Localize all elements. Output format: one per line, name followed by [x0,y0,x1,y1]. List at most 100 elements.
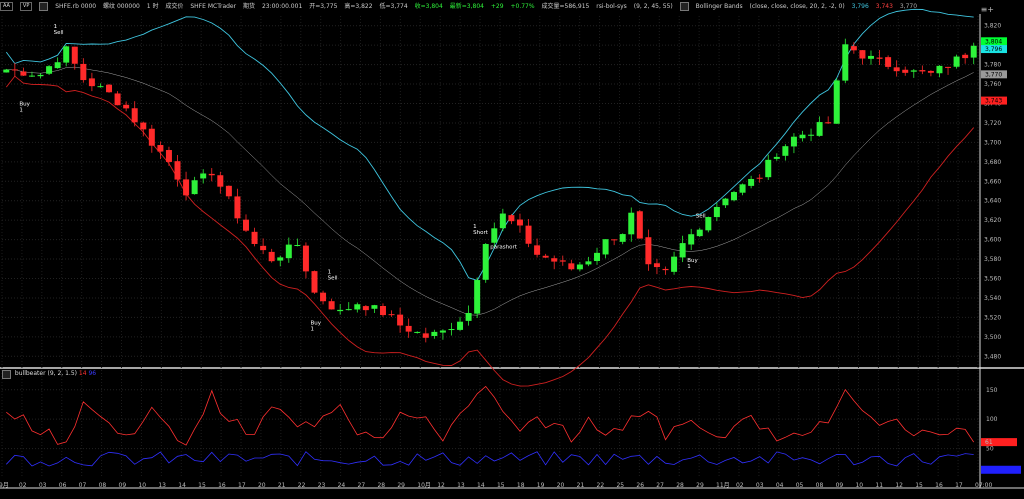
candle-body [816,122,823,136]
price-tick-label: 3,780 [984,62,1001,69]
candle-body [208,173,215,176]
time-tick-label: 13 [158,482,166,489]
candle-body [713,206,720,218]
candle-body [662,268,669,271]
candle-body [371,305,378,309]
candle-body [439,330,446,333]
time-tick-label: 07:00 [975,482,992,489]
time-tick-label: 17 [955,482,963,489]
time-tick-label: 14 [178,482,186,489]
indicator-name: bullbeater [14,370,46,377]
time-tick-label: 17 [238,482,246,489]
time-tick-label: 05 [796,482,804,489]
price-tick-label: 3,640 [984,198,1001,205]
candle-body [174,161,181,180]
time-tick-label: 11 [875,482,883,489]
candle-body [80,63,87,81]
time-tick-label: 18 [517,482,525,489]
candle-body [568,263,575,270]
candle-body [414,331,421,333]
candle-body [397,314,404,326]
candle-body [131,108,138,123]
indicator-checkbox-icon[interactable] [2,370,11,379]
candle-body [688,234,695,245]
bb-mid-line [6,66,974,316]
candle-body [628,212,635,235]
time-tick-label: 26 [636,482,644,489]
time-tick-label: 12 [437,482,445,489]
candle-body [277,257,284,261]
candle-body [37,74,44,77]
candle-body [140,122,147,130]
ind-tick-label: 100 [986,416,998,423]
candle-body [808,134,815,136]
price-badge-label: 3,743 [985,98,1002,105]
time-tick-label: 27 [656,482,664,489]
chart-svg: 3,8203,8003,7803,7603,7403,7203,7003,680… [0,8,1024,489]
candle-body [11,69,18,71]
time-tick-label: 23 [318,482,326,489]
candle-body [619,234,626,242]
candle-body [97,86,104,88]
marker-sell-label: Sell [328,275,338,281]
bullbeater-red-line [6,385,975,446]
candle-body [636,211,643,239]
price-tick-label: 3,820 [984,23,1001,30]
price-tick-label: 3,500 [984,334,1001,341]
indicator-header: bullbeater (9, 2, 1.5) 14 96 [2,370,96,379]
candle-body [876,57,883,59]
time-tick-label: 14 [477,482,485,489]
candle-body [962,54,969,59]
indicator-red-value: 14 [78,370,87,377]
candle-body [559,260,566,262]
candle-body [191,180,198,195]
candle-body [499,213,506,229]
candle-body [842,44,849,81]
candle-body [123,104,130,109]
price-badge-label: 3,804 [985,38,1002,45]
candle-body [756,177,763,179]
candle-body [611,239,618,241]
time-tick-label: 28 [377,482,385,489]
candle-body [945,66,952,68]
candle-body [508,215,515,222]
candle-body [482,244,489,280]
candle-body [534,245,541,255]
candle-body [106,84,113,93]
candle-body [790,136,797,147]
candle-body [302,245,309,272]
candle-body [217,175,224,187]
candle-body [337,309,344,312]
time-tick-label: 13 [457,482,465,489]
candle-body [362,306,369,311]
price-tick-label: 3,720 [984,120,1001,127]
candle-body [927,70,934,73]
candle-body [602,239,609,255]
candle-body [345,309,352,311]
candle-body [585,261,592,265]
ind-badge-blue [981,465,1021,474]
candle-body [516,219,523,226]
candle-body [859,50,866,59]
candle-body [379,306,386,316]
candle-body [594,252,601,262]
candle-body [200,173,207,179]
candle-body [294,245,301,247]
candle-body [953,56,960,67]
price-tick-label: 3,560 [984,276,1001,283]
time-tick-label: 06 [59,482,67,489]
candle-body [765,159,772,178]
candle-body [388,314,395,316]
candle-body [63,46,70,63]
candle-body [243,219,249,231]
time-tick-label: 02 [736,482,744,489]
candle-body [405,325,412,332]
candle-body [457,321,464,330]
candle-body [320,292,327,302]
candle-body [234,196,241,219]
time-tick-label: 15 [198,482,206,489]
time-tick-label: 29 [696,482,704,489]
marker-sell-label: Sell [54,30,64,36]
candle-body [902,69,909,73]
price-tick-label: 3,600 [984,237,1001,244]
